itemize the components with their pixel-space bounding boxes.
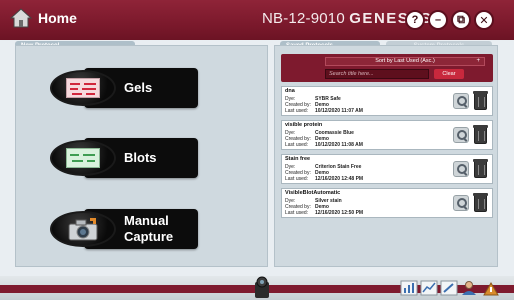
last-used-value: 12/16/2020 12:50 PM [315, 210, 364, 216]
device-id: NB-12-9010 [262, 10, 345, 27]
protocol-card[interactable]: dna Dye: SYBR Safe Created by: Demo Last u… [281, 86, 493, 116]
last-used-key: Last used: [285, 108, 309, 114]
protocol-card[interactable]: visible protein Dye: Coomassie Blue Creat… [281, 120, 493, 150]
protocol-card[interactable]: VisibleBlotAutomatic Dye: Silver stain Cr… [281, 188, 493, 218]
last-used-value: 10/12/2020 11:07 AM [315, 108, 363, 114]
home-label: Home [38, 10, 77, 26]
search-icon[interactable] [453, 93, 469, 109]
search-icon[interactable] [453, 161, 469, 177]
restore-button[interactable]: ⧉ [451, 10, 471, 30]
expand-icon: + [476, 58, 480, 64]
protocol-card[interactable]: Stain free Dye: Criterion Stain Free Crea… [281, 154, 493, 184]
search-icon[interactable] [453, 195, 469, 211]
restore-icon: ⧉ [457, 13, 465, 26]
settings-icon[interactable] [440, 280, 458, 296]
new-protocol-panel: Gels Blots Manual Capture [15, 45, 268, 267]
last-used-key: Last used: [285, 176, 309, 182]
protocol-title: VisibleBlotAutomatic [285, 190, 341, 196]
gels-label: Gels [124, 80, 153, 95]
analysis-icon[interactable] [420, 280, 438, 296]
gels-button[interactable]: Gels [50, 68, 198, 108]
search-input[interactable]: Search title here... [325, 69, 429, 79]
minimize-button[interactable]: – [428, 10, 448, 30]
title-bar: Home NB-12-9010 GENESYS ? – ⧉ ✕ [0, 0, 514, 40]
blots-label: Blots [124, 150, 157, 165]
blots-button[interactable]: Blots [50, 138, 198, 178]
help-button[interactable]: ? [405, 10, 425, 30]
last-used-value: 12/16/2020 12:48 PM [315, 176, 364, 182]
logout-icon[interactable] [482, 280, 500, 296]
close-button[interactable]: ✕ [474, 10, 494, 30]
protocol-title: visible protein [285, 122, 323, 128]
sort-dropdown[interactable]: Sort by Last Used (Asc.) + [325, 57, 485, 66]
gel-icon [50, 70, 116, 106]
user-icon[interactable] [460, 280, 478, 296]
last-used-value: 10/12/2020 11:08 AM [315, 142, 363, 148]
sort-search-bar: Sort by Last Used (Asc.) + Search title … [281, 54, 493, 82]
trash-icon[interactable] [473, 125, 488, 144]
close-icon: ✕ [479, 14, 489, 27]
help-icon: ? [411, 14, 419, 26]
manual-capture-label: Manual Capture [124, 213, 174, 244]
trash-icon[interactable] [473, 91, 488, 110]
home-icon [10, 8, 32, 28]
blot-icon [50, 140, 116, 176]
bottom-toolbar [0, 276, 514, 300]
trash-icon[interactable] [473, 159, 488, 178]
trash-icon[interactable] [473, 193, 488, 212]
device-status-icon[interactable] [252, 276, 272, 300]
manual-capture-button[interactable]: Manual Capture [50, 209, 198, 249]
sort-label: Sort by Last Used (Asc.) [375, 58, 435, 64]
last-used-key: Last used: [285, 210, 309, 216]
minimize-icon: – [434, 14, 442, 26]
chart-report-icon[interactable] [400, 280, 418, 296]
home-button[interactable]: Home [10, 8, 77, 28]
last-used-key: Last used: [285, 142, 309, 148]
saved-protocols-panel: Sort by Last Used (Asc.) + Search title … [274, 45, 498, 267]
protocol-title: Stain free [285, 156, 311, 162]
protocol-title: dna [285, 88, 295, 94]
search-icon[interactable] [453, 127, 469, 143]
clear-button[interactable]: Clear [434, 69, 464, 79]
camera-icon [50, 211, 116, 247]
